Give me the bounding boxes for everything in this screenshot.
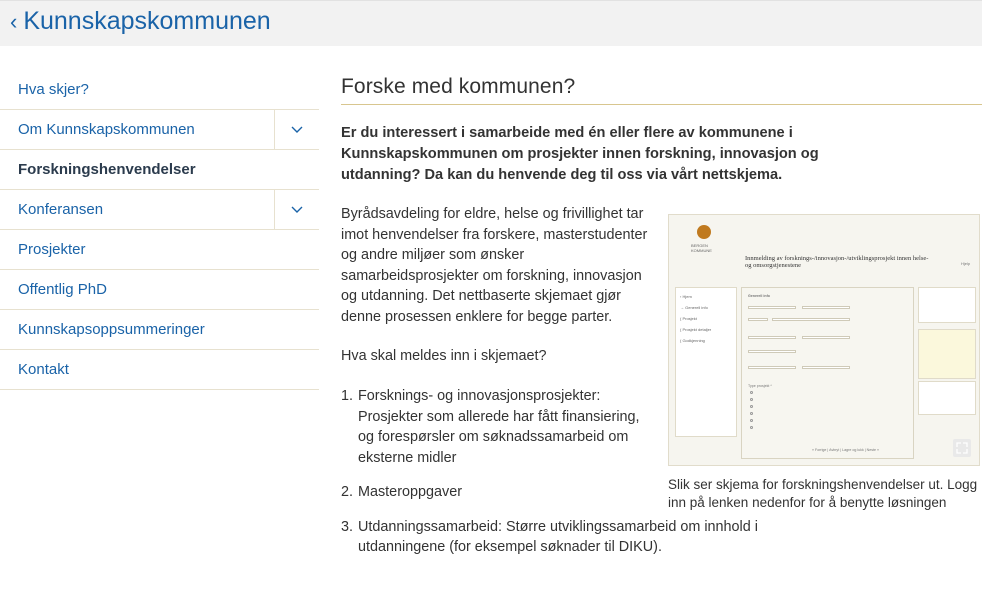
back-link[interactable]: ‹ Kunnskapskommunen (10, 7, 271, 36)
main-content: Forske med kommunen? Er du interessert i… (341, 75, 982, 572)
mock-help-link: Hjelp (961, 261, 971, 266)
list-item: 1. Forsknings- og innovasjonsprosjekter:… (341, 386, 641, 468)
figure-caption: Slik ser skjema for forskningshenvendels… (668, 477, 978, 510)
sidebar-item-label[interactable]: Prosjekter (0, 241, 86, 258)
sidebar-item-kontakt[interactable]: Kontakt (0, 350, 319, 390)
back-link-label: Kunnskapskommunen (23, 7, 271, 35)
page-title: Forske med kommunen? (341, 75, 982, 105)
sidebar-item-forskningshenvendelser[interactable]: Forskningshenvendelser (0, 150, 319, 190)
mock-right-panel-highlight (918, 329, 976, 379)
mock-right-panel (918, 381, 976, 415)
lead-paragraph: Er du interessert i samarbeide med én el… (341, 125, 819, 183)
sidebar-item-label[interactable]: Kontakt (0, 361, 69, 378)
expand-toggle-button[interactable] (274, 110, 319, 149)
sidebar-item-hva-skjer[interactable]: Hva skjer? (0, 70, 319, 110)
expand-icon[interactable] (953, 439, 971, 457)
sidebar-item-label[interactable]: Hva skjer? (0, 81, 89, 98)
form-screenshot-figure: BERGEN KOMMUNE Innmelding av forsknings-/… (668, 214, 980, 512)
mock-left-panel: ‹ Hjem → Generell info( Prosjekt( Prosjek… (675, 287, 737, 437)
sidebar-item-label[interactable]: Kunnskapsoppsummeringer (0, 321, 205, 338)
sidebar-item-konferansen[interactable]: Konferansen (0, 190, 319, 230)
mock-form-title: Innmelding av forsknings-/innovasjon-/ut… (745, 255, 929, 269)
list-item-text: Utdanningssamarbeid: Større utviklingssa… (358, 518, 758, 556)
sidebar-item-label[interactable]: Offentlig PhD (0, 281, 107, 298)
body-paragraph: Byrådsavdeling for eldre, helse og frivi… (341, 206, 648, 325)
top-bar: ‹ Kunnskapskommunen (0, 0, 982, 46)
chevron-down-icon (291, 206, 303, 213)
sidebar-nav: Hva skjer? Om Kunnskapskommunen Forsknin… (0, 70, 319, 390)
sidebar-item-label[interactable]: Om Kunnskapskommunen (0, 121, 195, 138)
list-item-text: Forsknings- og innovasjonsprosjekter: Pr… (358, 388, 640, 466)
sidebar-item-kunnskapsoppsummeringer[interactable]: Kunnskapsoppsummeringer (0, 310, 319, 350)
mock-form-panel: Generell info Type prosjekt * « Forrige … (741, 287, 914, 459)
sidebar-item-label[interactable]: Forskningshenvendelser (0, 161, 196, 178)
list-item-number: 2. (341, 484, 354, 500)
list-item-text: Masteroppgaver (358, 484, 462, 500)
mock-right-panel (918, 287, 976, 323)
mock-logo-text: BERGEN KOMMUNE (691, 243, 712, 253)
expand-toggle-button[interactable] (274, 190, 319, 229)
chevron-left-icon: ‹ (10, 9, 18, 34)
form-screenshot-image[interactable]: BERGEN KOMMUNE Innmelding av forsknings-/… (668, 214, 980, 466)
municipality-logo-icon (697, 225, 711, 239)
sidebar-item-prosjekter[interactable]: Prosjekter (0, 230, 319, 270)
chevron-down-icon (291, 126, 303, 133)
sidebar-item-offentlig-phd[interactable]: Offentlig PhD (0, 270, 319, 310)
list-item: 2. Masteroppgaver (341, 482, 641, 503)
sidebar-item-label[interactable]: Konferansen (0, 201, 103, 218)
list-item-number: 1. (341, 388, 354, 404)
sidebar-item-om-kunnskapskommunen[interactable]: Om Kunnskapskommunen (0, 110, 319, 150)
list-item: 3. Utdanningssamarbeid: Større utvikling… (341, 517, 831, 558)
list-item-number: 3. (341, 518, 354, 535)
